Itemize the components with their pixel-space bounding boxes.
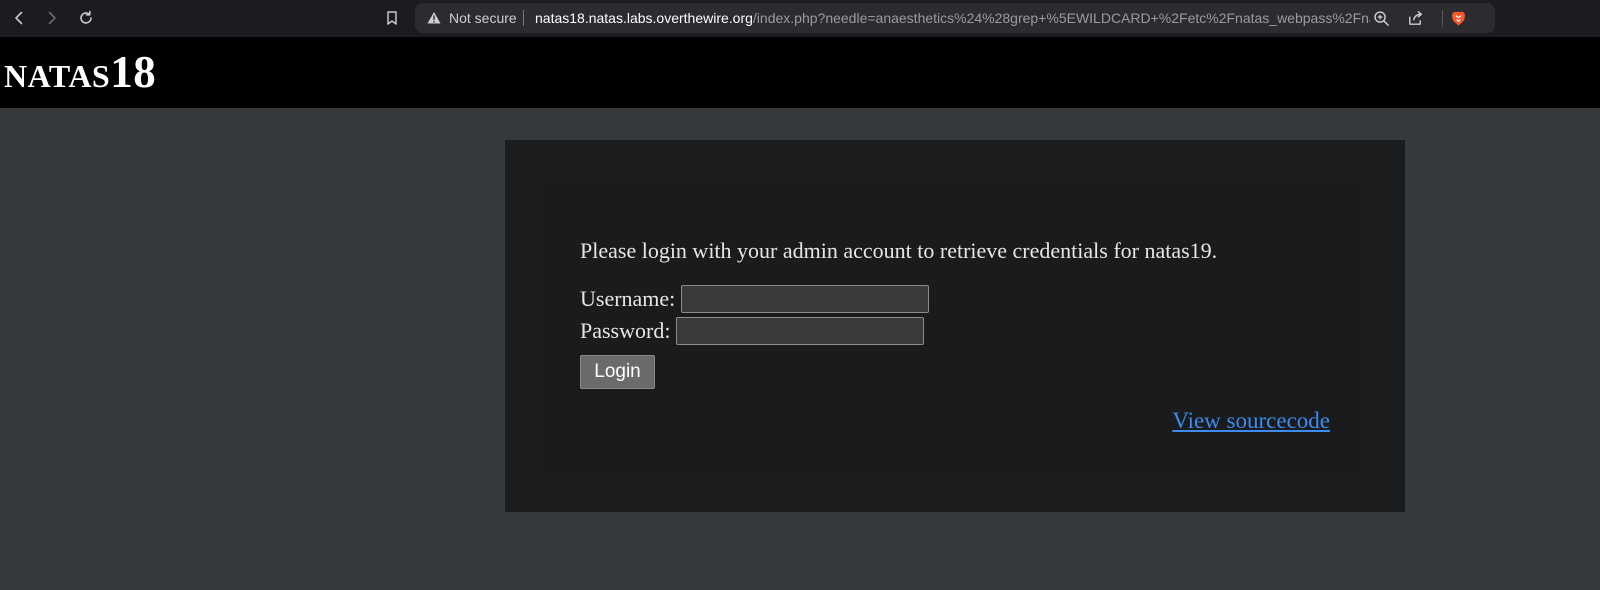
brave-lion-icon[interactable] (1449, 9, 1467, 27)
password-row: Password: (580, 317, 925, 345)
warning-triangle-icon[interactable] (427, 11, 441, 25)
page-header: natas18 (0, 37, 1600, 108)
username-label: Username: (580, 286, 676, 311)
bookmark-icon[interactable] (380, 6, 404, 30)
site-title: natas18 (4, 47, 156, 97)
view-sourcecode-link[interactable]: View sourcecode (1172, 408, 1330, 434)
forward-arrow-icon[interactable] (40, 6, 64, 30)
share-icon[interactable] (1406, 9, 1424, 27)
password-input[interactable] (676, 317, 925, 345)
content-box: Please login with your admin account to … (505, 140, 1405, 512)
login-button[interactable]: Login (580, 355, 655, 389)
url-host: natas18.natas.labs.overthewire.org (535, 10, 753, 26)
site-title-prefix: natas (4, 47, 111, 97)
toolbar-divider (1442, 10, 1443, 27)
address-bar[interactable]: Not secure natas18.natas.labs.overthewir… (415, 3, 1495, 33)
back-arrow-icon[interactable] (7, 6, 31, 30)
username-row: Username: (580, 285, 930, 313)
url-text[interactable]: natas18.natas.labs.overthewire.org/index… (535, 10, 1370, 26)
browser-toolbar: Not secure natas18.natas.labs.overthewir… (0, 0, 1600, 37)
password-label: Password: (580, 318, 671, 343)
site-title-number: 18 (110, 47, 157, 97)
username-input[interactable] (681, 285, 930, 313)
zoom-icon[interactable] (1372, 9, 1390, 27)
security-status[interactable]: Not secure (449, 10, 517, 26)
url-path: /index.php?needle=anaesthetics%24%28grep… (752, 10, 1370, 26)
intro-text: Please login with your admin account to … (580, 238, 1218, 263)
address-separator (523, 10, 524, 26)
reload-icon[interactable] (74, 6, 98, 30)
